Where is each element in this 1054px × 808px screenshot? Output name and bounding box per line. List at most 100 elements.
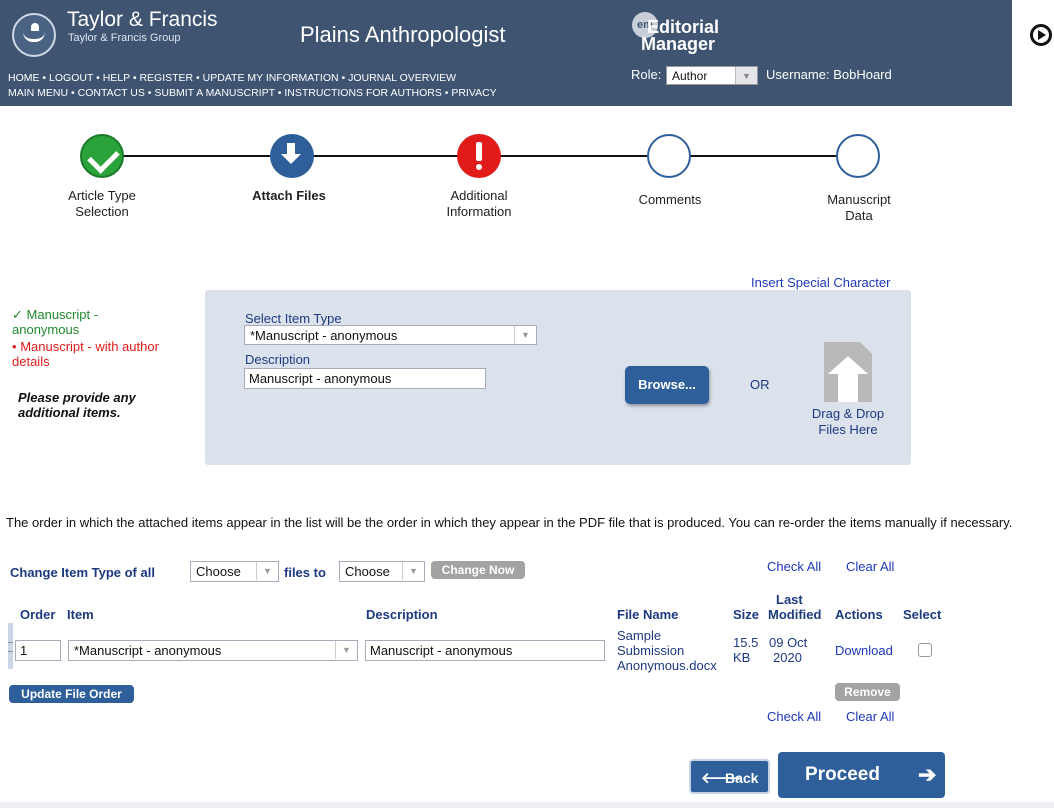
nav-main-menu[interactable]: MAIN MENU (8, 87, 68, 99)
nav-journal-overview[interactable]: JOURNAL OVERVIEW (348, 72, 456, 84)
col-item: Item (67, 607, 94, 622)
back-label: Back (725, 770, 759, 786)
drop-line: Files Here (818, 422, 878, 437)
last-modified-line: 09 Oct (769, 635, 808, 650)
item-type-select[interactable]: *Manuscript - anonymous ▼ (244, 325, 537, 345)
row-item-type-select[interactable]: *Manuscript - anonymous ▼ (68, 640, 358, 661)
role-label: Role: (631, 67, 662, 82)
file-size-line: 15.5 (733, 635, 759, 650)
remove-button[interactable]: Remove (835, 683, 900, 701)
taylor-francis-logo-icon (12, 13, 56, 57)
step-label-line: Attach Files (252, 188, 326, 203)
username-label: Username: BobHoard (766, 67, 892, 82)
row-select-checkbox[interactable] (918, 643, 932, 657)
download-link[interactable]: Download (835, 643, 893, 658)
order-instructions: The order in which the attached items ap… (6, 515, 1013, 530)
step-attach-files-icon[interactable] (270, 134, 314, 178)
insert-special-character-link[interactable]: Insert Special Character (751, 275, 890, 290)
top-header: Taylor & Francis Taylor & Francis Group … (0, 0, 1054, 106)
files-to-label: files to (284, 565, 326, 580)
step-label-article-type[interactable]: Article Type Selection (32, 188, 172, 220)
chevron-down-icon: ▼ (335, 641, 357, 659)
step-label-additional-info[interactable]: Additional Information (409, 188, 549, 220)
description-label: Description (245, 352, 311, 367)
description-input[interactable]: Manuscript - anonymous (244, 368, 486, 389)
play-icon[interactable] (1030, 24, 1052, 46)
drag-drop-zone[interactable]: Drag & Drop Files Here (800, 406, 896, 438)
row-description-input[interactable]: Manuscript - anonymous (365, 640, 605, 661)
note-line: Please provide any (18, 390, 136, 405)
step-label-line: Additional (450, 188, 508, 203)
col-select: Select (903, 607, 942, 622)
arrow-right-icon: ➔ (918, 762, 937, 787)
nav-contact-us[interactable]: CONTACT US (78, 87, 145, 99)
change-to-select[interactable]: Choose ▼ (339, 561, 425, 582)
change-from-select[interactable]: Choose ▼ (190, 561, 279, 582)
role-value: Author (672, 69, 708, 83)
chevron-down-icon: ▼ (256, 562, 278, 580)
role-select[interactable]: Author ▼ (666, 66, 758, 85)
main-nav-row-2: MAIN MENU • CONTACT US • SUBMIT A MANUSC… (8, 87, 497, 99)
clear-all-link-top[interactable]: Clear All (846, 559, 894, 574)
update-file-order-button[interactable]: Update File Order (9, 685, 134, 703)
proceed-button[interactable]: Proceed ➔ (778, 752, 945, 798)
col-modified: Modified (768, 607, 822, 622)
change-from-value: Choose (196, 564, 241, 579)
step-label-line: Selection (75, 204, 129, 219)
nav-register[interactable]: REGISTER (139, 72, 193, 84)
proceed-label: Proceed (805, 764, 880, 785)
select-item-type-label: Select Item Type (245, 311, 342, 326)
nav-submit-manuscript[interactable]: SUBMIT A MANUSCRIPT (154, 87, 274, 99)
journal-title: Plains Anthropologist (300, 22, 506, 47)
main-nav-row-1: HOME • LOGOUT • HELP • REGISTER • UPDATE… (8, 72, 457, 84)
brand-subtitle: Taylor & Francis Group (68, 32, 181, 44)
back-button[interactable]: 🡐 Back (689, 759, 770, 794)
item-missing-manuscript-author: • Manuscript - with author details (12, 339, 202, 369)
drag-handle-icon[interactable] (8, 623, 13, 669)
chevron-down-icon: ▼ (514, 326, 536, 344)
step-label-line: Article Type (68, 188, 136, 203)
step-article-type-icon[interactable] (80, 134, 124, 178)
bottom-divider (0, 802, 1054, 808)
step-comments-icon[interactable] (647, 134, 691, 178)
or-label: OR (750, 377, 770, 392)
clear-all-link-bottom[interactable]: Clear All (846, 709, 894, 724)
item-type-value: *Manuscript - anonymous (250, 328, 398, 343)
col-actions: Actions (835, 607, 883, 622)
step-label-manuscript-data[interactable]: Manuscript Data (789, 192, 929, 224)
step-label-line: Data (845, 208, 873, 223)
col-order: Order (20, 607, 56, 622)
item-missing-line1: Manuscript - with author (20, 339, 159, 354)
nav-instructions[interactable]: INSTRUCTIONS FOR AUTHORS (284, 87, 442, 99)
nav-privacy[interactable]: PRIVACY (451, 87, 496, 99)
step-label-line: Manuscript (827, 192, 891, 207)
nav-help[interactable]: HELP (103, 72, 130, 84)
drop-line: Drag & Drop (811, 406, 885, 421)
nav-home[interactable]: HOME (8, 72, 40, 84)
col-last: Last (776, 592, 803, 607)
item-ok-line1: Manuscript - (26, 307, 99, 322)
header-right-margin (1012, 0, 1054, 106)
nav-update-info[interactable]: UPDATE MY INFORMATION (203, 72, 339, 84)
check-icon: ✓ (12, 307, 23, 322)
item-missing-line2: details (12, 354, 50, 369)
change-item-type-label: Change Item Type of all (10, 565, 155, 580)
check-all-link-top[interactable]: Check All (767, 559, 821, 574)
step-additional-info-icon[interactable] (457, 134, 501, 178)
order-input[interactable]: 1 (15, 640, 61, 661)
row-item-type-value: *Manuscript - anonymous (74, 643, 222, 658)
file-size: 15.5 KB (733, 635, 758, 665)
chevron-down-icon: ▼ (402, 562, 424, 580)
step-label-attach-files[interactable]: Attach Files (219, 188, 359, 204)
editorial-manager-logo-text-2: Manager (641, 34, 716, 54)
browse-button[interactable]: Browse... (625, 366, 709, 404)
col-size: Size (733, 607, 760, 622)
check-all-link-bottom[interactable]: Check All (767, 709, 821, 724)
file-upload-icon[interactable] (824, 342, 872, 402)
change-now-button[interactable]: Change Now (431, 561, 525, 579)
chevron-down-icon: ▼ (735, 67, 757, 84)
nav-logout[interactable]: LOGOUT (49, 72, 93, 84)
step-manuscript-data-icon[interactable] (836, 134, 880, 178)
step-label-comments[interactable]: Comments (600, 192, 740, 208)
col-file-name: File Name (617, 607, 679, 622)
